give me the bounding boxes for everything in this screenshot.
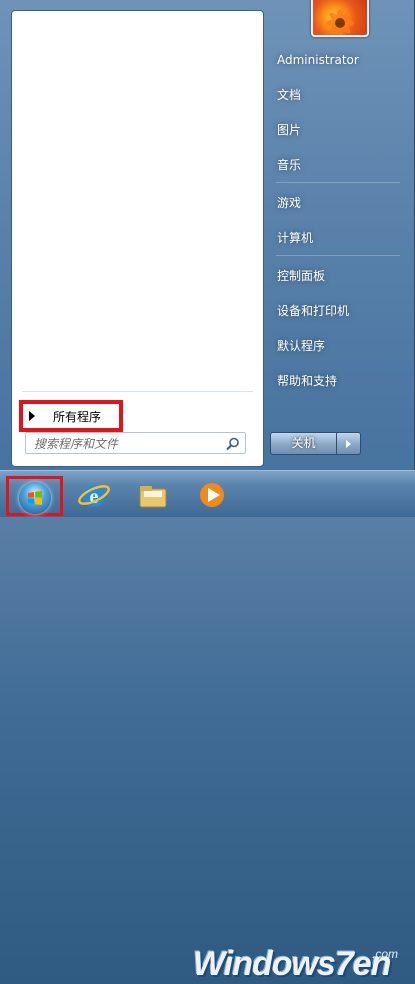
internet-explorer-icon[interactable]: e: [76, 477, 112, 513]
watermark-domain: .com: [372, 947, 399, 961]
search-box[interactable]: [25, 432, 246, 454]
search-icon[interactable]: [225, 436, 241, 452]
pictures-link[interactable]: 图片: [270, 118, 405, 142]
start-button[interactable]: [19, 482, 51, 514]
windows-logo-icon: [28, 491, 42, 505]
computer-link[interactable]: 计算机: [270, 226, 405, 250]
user-avatar[interactable]: [311, 0, 369, 37]
programs-list: [12, 11, 263, 389]
all-programs-label: 所有程序: [53, 409, 102, 424]
flower-icon: [326, 9, 354, 35]
file-explorer-icon[interactable]: [135, 477, 171, 513]
documents-link[interactable]: 文档: [270, 83, 405, 107]
user-name-link[interactable]: Administrator: [270, 48, 405, 72]
control-panel-link[interactable]: 控制面板: [270, 264, 405, 288]
media-player-icon[interactable]: [194, 477, 230, 513]
menu-divider: [276, 255, 400, 256]
shutdown-group: 关机: [270, 432, 361, 455]
all-programs-button[interactable]: 所有程序: [19, 400, 123, 432]
start-menu: 所有程序 Administrator 文档 图片 音乐 游戏 计算机: [0, 0, 415, 470]
search-input[interactable]: [32, 434, 221, 454]
start-button-highlight[interactable]: [6, 476, 63, 516]
start-menu-left-pane: 所有程序: [11, 10, 264, 467]
menu-divider: [276, 182, 400, 183]
arrow-right-icon: [29, 411, 35, 421]
shutdown-options-button[interactable]: [337, 432, 361, 455]
default-programs-link[interactable]: 默认程序: [270, 334, 405, 358]
chevron-right-icon: [346, 439, 351, 448]
devices-printers-link[interactable]: 设备和打印机: [270, 299, 405, 323]
help-support-link[interactable]: 帮助和支持: [270, 369, 405, 393]
taskbar: e Windows7en .com: [0, 470, 415, 983]
music-link[interactable]: 音乐: [270, 153, 405, 177]
games-link[interactable]: 游戏: [270, 191, 405, 215]
shutdown-button[interactable]: 关机: [270, 432, 337, 455]
pane-divider: [22, 391, 253, 392]
